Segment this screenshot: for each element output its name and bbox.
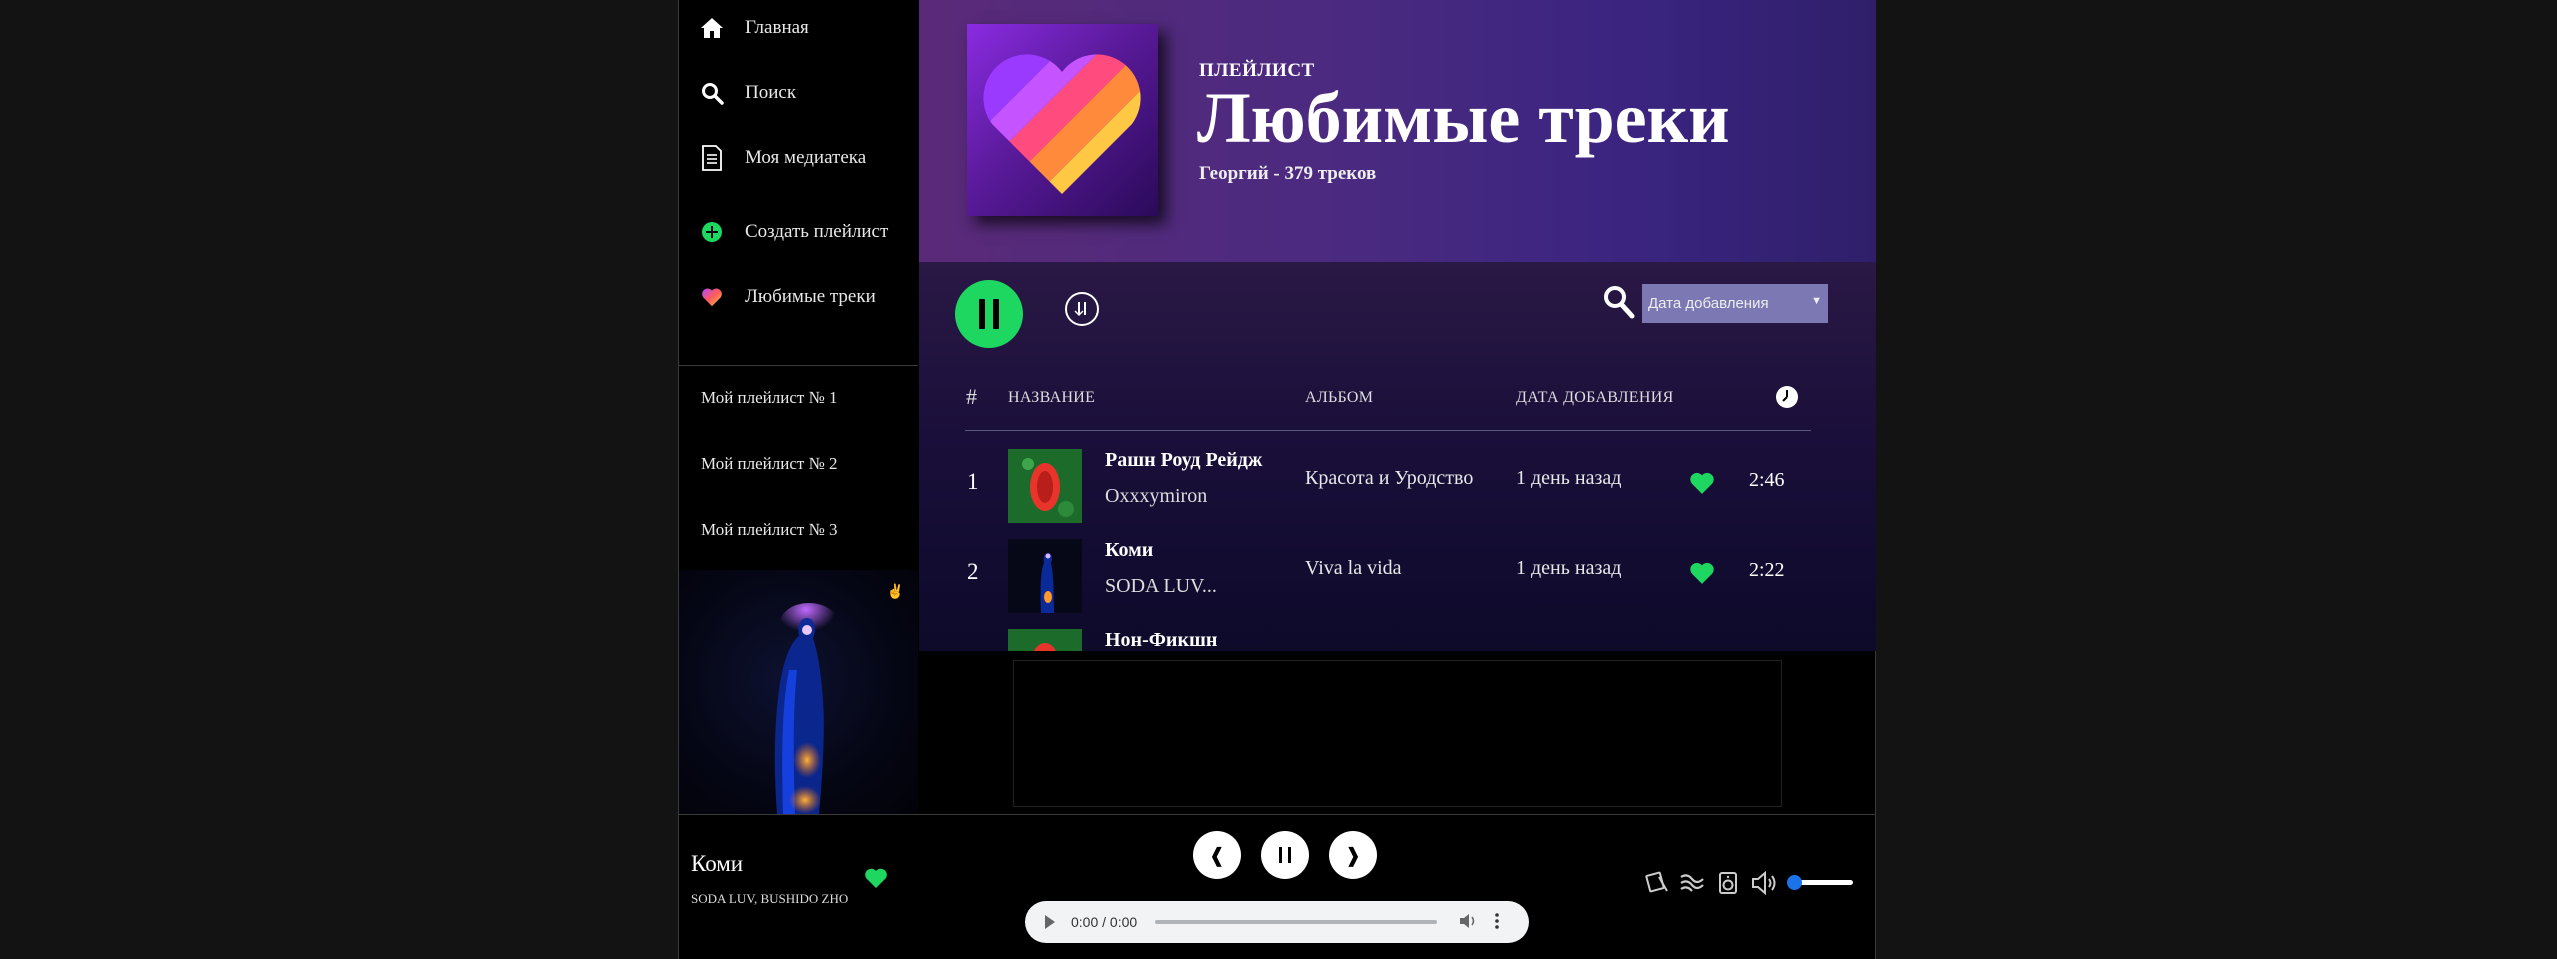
track-list-section: Дата добавления ▼ # НАЗВАНИЕ АЛЬБОМ ДАТА… bbox=[919, 262, 1876, 651]
download-icon bbox=[1074, 302, 1086, 317]
track-title[interactable]: Коми bbox=[1105, 539, 1153, 562]
app-window: Главная Поиск Моя медиатека Создать плей… bbox=[678, 0, 1876, 959]
nav-create-playlist-label: Создать плейлист bbox=[745, 221, 889, 242]
nav-library-label: Моя медиатека bbox=[745, 147, 867, 168]
track-artist[interactable]: SODA LUV... bbox=[1105, 575, 1217, 598]
audio-time: 0:00 / 0:00 bbox=[1071, 914, 1138, 930]
main-content: ПЛЕЙЛИСТ Любимые треки Георгий - 379 тре… bbox=[919, 0, 1876, 651]
sidebar-playlist-item[interactable]: Мой плейлист № 1 bbox=[701, 388, 838, 408]
nav-liked-tracks[interactable]: Любимые треки bbox=[699, 279, 876, 315]
home-icon bbox=[699, 15, 725, 41]
track-album[interactable]: Красота и Уродство bbox=[1305, 467, 1473, 490]
pause-icon bbox=[979, 299, 985, 329]
search-icon bbox=[699, 80, 725, 106]
track-artist[interactable]: Oxxxymiron bbox=[1105, 485, 1207, 508]
table-row[interactable]: 1 Рашн Роуд Рейдж Oxxxymiron Красота и У… bbox=[919, 441, 1876, 523]
audio-play-icon[interactable] bbox=[1045, 915, 1055, 929]
sidebar-divider bbox=[679, 365, 918, 366]
track-duration: 2:22 bbox=[1749, 559, 1785, 581]
playlist-meta: Георгий - 379 треков bbox=[1199, 163, 1377, 184]
column-header-title[interactable]: НАЗВАНИЕ bbox=[1008, 389, 1095, 407]
more-options-icon[interactable] bbox=[1495, 912, 1499, 932]
now-playing-title[interactable]: Коми bbox=[691, 851, 743, 877]
sidebar: Главная Поиск Моя медиатека Создать плей… bbox=[679, 0, 918, 814]
chevron-down-icon: ▼ bbox=[1811, 295, 1822, 307]
audio-control[interactable]: 0:00 / 0:00 bbox=[1025, 901, 1529, 943]
sidebar-playlist-item[interactable]: Мой плейлист № 3 bbox=[701, 520, 838, 540]
previous-button[interactable]: ❰ bbox=[1193, 831, 1241, 879]
track-duration: 2:46 bbox=[1749, 469, 1785, 491]
track-album[interactable]: Viva la vida bbox=[1305, 557, 1402, 580]
pause-icon bbox=[1279, 847, 1291, 863]
sort-select[interactable]: Дата добавления ▼ bbox=[1642, 284, 1828, 323]
playlist-header: ПЛЕЙЛИСТ Любимые треки Георгий - 379 тре… bbox=[919, 0, 1876, 262]
track-date-added: 1 день назад bbox=[1516, 467, 1622, 489]
clock-icon bbox=[1776, 386, 1798, 408]
liked-heart-icon[interactable] bbox=[864, 867, 888, 894]
player-pause-button[interactable] bbox=[1261, 831, 1309, 879]
player-bar: Коми SODA LUV, BUSHIDO ZHO ❰ ❱ 0:00 / 0:… bbox=[679, 814, 1875, 959]
pause-button[interactable] bbox=[955, 280, 1023, 348]
track-title[interactable]: Рашн Роуд Рейдж bbox=[1105, 449, 1262, 472]
nav-search-label: Поиск bbox=[745, 82, 797, 103]
track-number: 1 bbox=[967, 469, 979, 494]
volume-icon[interactable] bbox=[1751, 870, 1779, 900]
track-date-added: 1 день назад bbox=[1516, 557, 1622, 579]
sort-select-value: Дата добавления bbox=[1648, 295, 1769, 312]
library-icon bbox=[699, 145, 725, 171]
heart-icon bbox=[699, 284, 725, 310]
video-player[interactable] bbox=[1013, 660, 1782, 807]
now-playing-cover: ✌ bbox=[679, 570, 918, 814]
audio-volume-icon[interactable] bbox=[1459, 913, 1477, 932]
playlist-cover-image bbox=[967, 24, 1158, 216]
playlist-title: Любимые треки bbox=[1197, 78, 1730, 158]
queue-icon[interactable] bbox=[1679, 871, 1705, 900]
now-playing-artist[interactable]: SODA LUV, BUSHIDO ZHO bbox=[691, 891, 848, 907]
track-cover bbox=[1008, 539, 1082, 613]
sidebar-playlist-item[interactable]: Мой плейлист № 2 bbox=[701, 454, 838, 474]
column-header-album[interactable]: АЛЬБОМ bbox=[1305, 389, 1373, 407]
add-circle-icon bbox=[699, 219, 725, 245]
track-cover bbox=[1008, 629, 1082, 651]
volume-slider-knob[interactable] bbox=[1787, 875, 1802, 890]
collapse-cover-icon[interactable]: ✌ bbox=[887, 584, 904, 601]
table-header-divider bbox=[965, 430, 1811, 431]
nav-create-playlist[interactable]: Создать плейлист bbox=[699, 214, 888, 250]
table-row[interactable]: Нон-Фикшн bbox=[919, 621, 1876, 651]
liked-heart-icon[interactable] bbox=[1689, 561, 1715, 590]
nav-home-label: Главная bbox=[745, 17, 809, 38]
track-title[interactable]: Нон-Фикшн bbox=[1105, 629, 1217, 651]
next-button[interactable]: ❱ bbox=[1329, 831, 1377, 879]
audio-progress-bar[interactable] bbox=[1155, 920, 1438, 924]
devices-icon[interactable] bbox=[1716, 871, 1740, 900]
download-button[interactable] bbox=[1065, 292, 1099, 326]
volume-slider[interactable] bbox=[1787, 875, 1853, 890]
search-tracks-icon[interactable] bbox=[1602, 284, 1636, 325]
track-cover bbox=[1008, 449, 1082, 523]
nav-liked-tracks-label: Любимые треки bbox=[745, 286, 876, 307]
nav-search[interactable]: Поиск bbox=[699, 75, 796, 111]
liked-heart-icon[interactable] bbox=[1689, 471, 1715, 500]
pause-icon-bar bbox=[993, 299, 999, 329]
track-number: 2 bbox=[967, 559, 979, 584]
lyrics-icon[interactable] bbox=[1645, 871, 1671, 900]
nav-library[interactable]: Моя медиатека bbox=[699, 140, 866, 176]
next-icon: ❱ bbox=[1344, 843, 1362, 867]
column-header-number: # bbox=[966, 384, 978, 409]
nav-home[interactable]: Главная bbox=[699, 10, 809, 46]
column-header-date[interactable]: ДАТА ДОБАВЛЕНИЯ bbox=[1516, 389, 1674, 407]
previous-icon: ❰ bbox=[1208, 843, 1226, 867]
table-row[interactable]: 2 Коми SODA LUV... Viva la vida 1 день н… bbox=[919, 531, 1876, 613]
